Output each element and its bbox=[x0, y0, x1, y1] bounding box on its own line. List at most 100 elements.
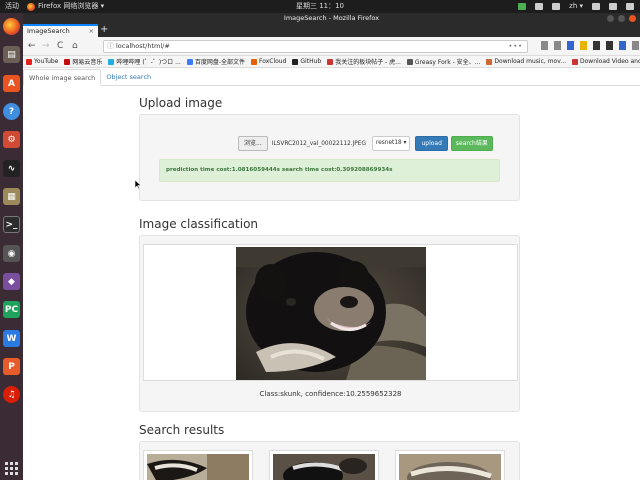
bookmark-item[interactable]: GitHub bbox=[292, 58, 321, 65]
bookmark-favicon-icon bbox=[108, 58, 115, 65]
bookmark-favicon-icon bbox=[406, 58, 413, 65]
bookmark-label: GitHub bbox=[300, 58, 322, 65]
toolbar-extensions bbox=[541, 41, 639, 50]
maximize-button[interactable] bbox=[618, 15, 625, 22]
monitor-dock-icon[interactable]: ∿ bbox=[3, 160, 20, 177]
extension-icon-2[interactable] bbox=[580, 41, 587, 50]
classification-result: Class:skunk, confidence:10.2559652328 bbox=[259, 390, 402, 398]
bookmark-favicon-icon bbox=[292, 58, 299, 65]
selected-filename: ILSVRC2012_val_00022112.JPEG bbox=[271, 140, 366, 147]
app-dock-icon[interactable]: ◆ bbox=[3, 273, 20, 290]
upload-panel: 浏览... ILSVRC2012_val_00022112.JPEG resne… bbox=[139, 114, 520, 201]
result-thumbnail[interactable] bbox=[395, 450, 505, 480]
search-button[interactable]: search结果 bbox=[450, 136, 493, 151]
back-icon[interactable]: ← bbox=[28, 41, 36, 51]
browse-button[interactable]: 浏览... bbox=[238, 136, 268, 151]
terminal-tray-icon[interactable] bbox=[535, 3, 544, 10]
page-actions-icon[interactable]: ••• bbox=[508, 41, 523, 52]
bookmark-favicon-icon bbox=[250, 58, 257, 65]
result-image bbox=[399, 454, 501, 480]
pycharm-dock-icon[interactable]: PC bbox=[3, 301, 20, 318]
site-info-icon[interactable]: ⓘ bbox=[107, 41, 114, 52]
bookmark-item[interactable]: 哔哩哔哩 (゜-゜)つロ ... bbox=[108, 57, 181, 66]
bookmark-favicon-icon bbox=[572, 58, 579, 65]
bookmark-label: 哔哩哔哩 (゜-゜)つロ ... bbox=[116, 59, 181, 66]
bookmark-label: 我关注的板块帖子 - 虎... bbox=[335, 59, 401, 66]
software-dock-icon[interactable]: A bbox=[3, 75, 20, 92]
network-icon[interactable] bbox=[592, 3, 600, 10]
classification-section-title: Image classification bbox=[139, 217, 259, 231]
close-tab-icon[interactable]: × bbox=[89, 26, 94, 36]
extension-icon-4[interactable] bbox=[606, 41, 613, 50]
bookmark-label: 网易云音乐 bbox=[72, 59, 103, 66]
reload-icon[interactable]: C bbox=[57, 41, 63, 51]
bookmark-favicon-icon bbox=[26, 58, 32, 65]
new-tab-button[interactable]: + bbox=[100, 24, 108, 36]
tab-bar: ImageSearch × + bbox=[23, 24, 640, 37]
firefox-window: ImageSearch - Mozilla Firefox ImageSearc… bbox=[23, 13, 640, 480]
result-thumbnails bbox=[143, 450, 505, 480]
system-tray: zh ▾ bbox=[518, 0, 634, 13]
bookmark-item[interactable]: 网易云音乐 bbox=[64, 57, 102, 66]
bookmark-item[interactable]: YouTube bbox=[26, 58, 58, 65]
web-page: Whole image search Object search Upload … bbox=[23, 69, 640, 480]
bookmark-item[interactable]: 我关注的板块帖子 - 虎... bbox=[327, 57, 401, 66]
tab-title: ImageSearch bbox=[27, 27, 70, 35]
netease-music-dock-icon[interactable]: ♫ bbox=[3, 386, 20, 403]
library-icon[interactable] bbox=[541, 41, 548, 50]
bookmark-label: Download music, mov... bbox=[494, 58, 567, 65]
firefox-dock-icon[interactable] bbox=[3, 18, 20, 35]
tab-imagesearch[interactable]: ImageSearch × bbox=[23, 24, 98, 37]
terminal-dock-icon[interactable]: >_ bbox=[3, 216, 20, 233]
timing-result-alert: prediction time cost:1.0816059444s searc… bbox=[159, 159, 500, 182]
forward-icon[interactable]: → bbox=[42, 41, 50, 51]
result-thumbnail[interactable] bbox=[269, 450, 379, 480]
hamburger-menu-icon[interactable] bbox=[632, 41, 639, 50]
help-dock-icon[interactable]: ? bbox=[3, 103, 20, 120]
dock: ▤ A ? ⚙ ∿ ▦ >_ ◉ ◆ PC W P ♫ bbox=[0, 13, 23, 480]
bookmark-item[interactable]: Download music, mov... bbox=[486, 58, 566, 65]
extension-icon-5[interactable] bbox=[619, 41, 626, 50]
search-results-title: Search results bbox=[139, 423, 225, 437]
extension-icon-1[interactable] bbox=[567, 41, 574, 50]
locale-indicator[interactable]: zh ▾ bbox=[569, 0, 583, 13]
update-icon[interactable] bbox=[518, 3, 527, 10]
camera-dock-icon[interactable]: ◉ bbox=[3, 245, 20, 262]
home-icon[interactable]: ⌂ bbox=[72, 41, 78, 51]
classification-panel: Class:skunk, confidence:10.2559652328 bbox=[139, 235, 520, 412]
show-apps-icon[interactable] bbox=[5, 462, 18, 475]
url-text: localhost/html/# bbox=[116, 42, 170, 50]
system-top-bar: 活动 Firefox 网络浏览器 ▾ 星期三 11：10 zh ▾ bbox=[0, 0, 640, 13]
settings-dock-icon[interactable]: ⚙ bbox=[3, 131, 20, 148]
bookmark-label: YouTube bbox=[34, 58, 59, 65]
wps-writer-dock-icon[interactable]: W bbox=[3, 330, 20, 347]
bookmark-item[interactable]: Download Video and ... bbox=[572, 58, 640, 65]
tab-object-search[interactable]: Object search bbox=[101, 69, 156, 85]
upload-button[interactable]: upload bbox=[415, 136, 448, 151]
upload-section-title: Upload image bbox=[139, 96, 223, 110]
window-controls bbox=[607, 15, 636, 22]
query-image bbox=[236, 247, 426, 380]
minimize-button[interactable] bbox=[607, 15, 614, 22]
model-select[interactable]: resnet18 ▾ bbox=[371, 136, 411, 151]
result-thumbnail[interactable] bbox=[143, 450, 253, 480]
result-image bbox=[147, 454, 249, 480]
extension-icon-3[interactable] bbox=[593, 41, 600, 50]
bookmark-label: Greasy Fork - 安全、... bbox=[414, 59, 481, 66]
wps-presentation-dock-icon[interactable]: P bbox=[3, 358, 20, 375]
bookmark-item[interactable]: 百度网盘-全部文件 bbox=[186, 57, 245, 66]
settings-tray-icon[interactable] bbox=[552, 3, 561, 10]
navigation-toolbar: ← → C ⌂ ⓘ localhost/html/# ••• bbox=[23, 37, 640, 56]
sidebar-icon[interactable] bbox=[554, 41, 561, 50]
tab-whole-image-search[interactable]: Whole image search bbox=[23, 69, 102, 86]
close-window-button[interactable] bbox=[629, 15, 636, 22]
search-results-panel bbox=[139, 441, 520, 480]
files-dock-icon[interactable]: ▤ bbox=[3, 46, 20, 63]
bookmark-label: Download Video and ... bbox=[580, 58, 640, 65]
bookmark-item[interactable]: Greasy Fork - 安全、... bbox=[406, 57, 481, 66]
url-bar[interactable]: ⓘ localhost/html/# ••• bbox=[103, 40, 528, 53]
archive-dock-icon[interactable]: ▦ bbox=[3, 188, 20, 205]
power-icon[interactable] bbox=[626, 3, 634, 10]
volume-icon[interactable] bbox=[609, 3, 617, 10]
bookmark-item[interactable]: FoxCloud bbox=[250, 58, 286, 65]
